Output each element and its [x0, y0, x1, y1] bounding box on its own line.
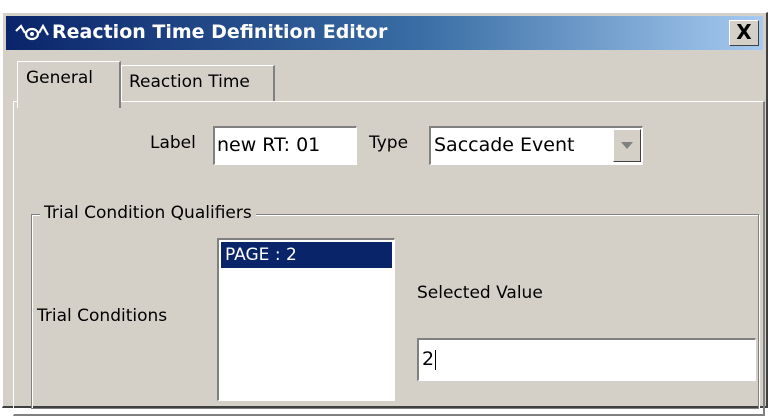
type-caption: Type [369, 133, 409, 153]
tab-general-label: General [26, 68, 93, 88]
dialog-window: Reaction Time Definition Editor X Genera… [2, 12, 768, 416]
label-caption: Label [150, 133, 196, 153]
list-item[interactable]: PAGE : 2 [221, 242, 392, 268]
eye-trajectory-icon [15, 23, 49, 41]
type-selected-value: Saccade Event [434, 134, 575, 156]
type-dropdown[interactable]: Saccade Event [429, 126, 643, 165]
tab-general[interactable]: General [17, 61, 121, 108]
chevron-down-icon [621, 142, 633, 149]
title-bar[interactable]: Reaction Time Definition Editor X [6, 16, 763, 50]
window-title: Reaction Time Definition Editor [52, 21, 388, 43]
tab-reaction-time-label: Reaction Time [129, 72, 250, 92]
group-title: Trial Condition Qualifiers [40, 203, 256, 223]
selected-value-caption: Selected Value [417, 283, 543, 303]
trial-conditions-listbox[interactable]: PAGE : 2 [217, 238, 395, 401]
selected-value-input[interactable]: 2 [417, 338, 756, 381]
close-button[interactable]: X [729, 20, 759, 46]
label-input[interactable]: new RT: 01 [213, 126, 357, 165]
dropdown-button[interactable] [613, 129, 641, 162]
selected-value-text: 2 [422, 348, 435, 370]
general-tab-panel: Label new RT: 01 Type Saccade Event Tria… [13, 101, 765, 416]
tab-reaction-time[interactable]: Reaction Time [121, 65, 275, 101]
text-caret [435, 349, 437, 370]
trial-conditions-caption: Trial Conditions [37, 306, 168, 326]
